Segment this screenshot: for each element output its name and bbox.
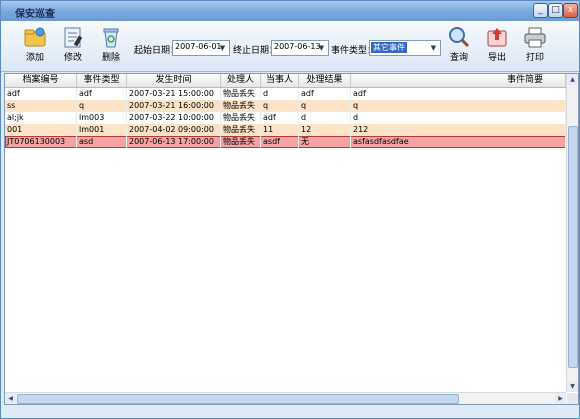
start-date-value: 2007-06-01	[175, 42, 222, 51]
magnifier-icon	[449, 27, 470, 48]
column-header[interactable]: 事件简要	[351, 74, 566, 87]
table-cell: d	[261, 88, 299, 100]
table-cell: JT0706130003	[5, 136, 77, 148]
table-cell: 2007-03-22 10:00:00	[127, 112, 221, 124]
table-cell: 物品丢失	[221, 124, 261, 136]
start-date-picker[interactable]: 2007-06-01 ▼	[172, 40, 230, 56]
table-cell: asfasdfasdfae	[351, 136, 566, 148]
table-cell: adf	[5, 88, 77, 100]
table-cell: q	[351, 100, 566, 112]
end-date-picker[interactable]: 2007-06-13 ▼	[271, 40, 329, 56]
table-row[interactable]: ss q 2007-03-21 16:00:00 物品丢失 q q q	[5, 100, 566, 112]
table-row[interactable]: al;jk lm003 2007-03-22 10:00:00 物品丢失 adf d d	[5, 112, 566, 124]
scroll-thumb[interactable]	[568, 126, 578, 368]
edit-button[interactable]: 修改	[55, 26, 91, 68]
table-row[interactable]: adf adf 2007-03-21 15:00:00 物品丢失 d adf adf	[5, 88, 566, 100]
edit-label: 修改	[63, 53, 82, 63]
table-cell: 2007-03-21 16:00:00	[127, 100, 221, 112]
table-cell: 11	[261, 124, 299, 136]
table-cell: 物品丢失	[221, 100, 261, 112]
query-button[interactable]: 查询	[441, 26, 477, 68]
add-label: 添加	[25, 53, 44, 63]
status-bar	[1, 407, 579, 418]
delete-button[interactable]: 删除	[93, 26, 129, 68]
folder-add-icon	[24, 27, 46, 47]
end-date-value: 2007-06-13	[274, 42, 321, 51]
event-type-value: 其它事件	[371, 42, 407, 53]
table-cell: adf	[261, 112, 299, 124]
app-window: 保安巡查 _ □ x 添加 修改 删除 起始日期： 2007-06-01 ▼ 终…	[0, 0, 580, 419]
table-header: 档案编号 事件类型 发生时间 处理人 当事人 处理结果 事件简要	[5, 74, 566, 88]
column-header[interactable]: 处理人	[221, 74, 261, 87]
delete-label: 删除	[101, 53, 120, 63]
vertical-scrollbar[interactable]: ▲ ▼	[566, 74, 578, 392]
minimize-button[interactable]: _	[533, 3, 548, 18]
export-button[interactable]: 导出	[479, 26, 515, 68]
close-button[interactable]: x	[563, 3, 578, 18]
table-cell: lm001	[77, 124, 127, 136]
table-cell: 12	[299, 124, 351, 136]
table-cell: 2007-03-21 15:00:00	[127, 88, 221, 100]
maximize-button[interactable]: □	[548, 3, 563, 18]
scroll-thumb[interactable]	[17, 394, 459, 404]
edit-document-icon	[64, 27, 83, 48]
table-cell: q	[77, 100, 127, 112]
table-cell: adf	[77, 88, 127, 100]
table-cell: q	[299, 100, 351, 112]
chevron-down-icon: ▼	[430, 44, 437, 52]
chevron-down-icon: ▼	[219, 44, 226, 52]
table-cell: adf	[299, 88, 351, 100]
table-cell: al;jk	[5, 112, 77, 124]
title-bar: 保安巡查 _ □ x	[1, 1, 579, 21]
window-title: 保安巡查	[15, 9, 55, 20]
table-cell: d	[299, 112, 351, 124]
table-cell: d	[351, 112, 566, 124]
scroll-down-icon[interactable]: ▼	[567, 381, 578, 392]
export-label: 导出	[487, 53, 506, 63]
table-cell: adf	[351, 88, 566, 100]
scroll-corner	[567, 393, 578, 404]
table-cell: 物品丢失	[221, 88, 261, 100]
records-table: 档案编号 事件类型 发生时间 处理人 当事人 处理结果 事件简要 adf adf 2…	[4, 73, 579, 405]
scroll-up-icon[interactable]: ▲	[567, 74, 578, 85]
horizontal-scrollbar[interactable]: ◀ ▶	[5, 392, 566, 404]
column-header[interactable]: 事件类型	[77, 74, 127, 87]
table-cell: q	[261, 100, 299, 112]
table-cell: 物品丢失	[221, 136, 261, 148]
chevron-down-icon: ▼	[318, 44, 325, 52]
table-cell: 无	[299, 136, 351, 148]
toolbar: 添加 修改 删除 起始日期： 2007-06-01 ▼ 终止日期： 2007-0…	[1, 21, 579, 72]
recycle-bin-icon	[103, 28, 119, 48]
table-cell: asd	[77, 136, 127, 148]
table-cell: ss	[5, 100, 77, 112]
query-label: 查询	[449, 53, 468, 63]
print-button[interactable]: 打印	[517, 26, 553, 68]
table-cell: 2007-06-13 17:00:00	[127, 136, 221, 148]
table-row[interactable]: 001 lm001 2007-04-02 09:00:00 物品丢失 11 12 212	[5, 124, 566, 136]
export-icon	[487, 28, 507, 47]
print-label: 打印	[525, 53, 544, 63]
printer-icon	[524, 27, 546, 48]
table-cell: 物品丢失	[221, 112, 261, 124]
table-cell: 212	[351, 124, 566, 136]
column-header[interactable]: 发生时间	[127, 74, 221, 87]
table-cell: asdf	[261, 136, 299, 148]
column-header[interactable]: 档案编号	[5, 74, 77, 87]
table-row[interactable]: JT0706130003 asd 2007-06-13 17:00:00 物品丢失 as…	[5, 136, 566, 148]
scroll-left-icon[interactable]: ◀	[5, 393, 16, 404]
add-button[interactable]: 添加	[17, 26, 53, 68]
column-header[interactable]: 处理结果	[299, 74, 351, 87]
table-cell: lm003	[77, 112, 127, 124]
event-type-select[interactable]: 其它事件 ▼	[369, 40, 441, 56]
column-header[interactable]: 当事人	[261, 74, 299, 87]
table-cell: 2007-04-02 09:00:00	[127, 124, 221, 136]
table-cell: 001	[5, 124, 77, 136]
scroll-right-icon[interactable]: ▶	[555, 393, 566, 404]
